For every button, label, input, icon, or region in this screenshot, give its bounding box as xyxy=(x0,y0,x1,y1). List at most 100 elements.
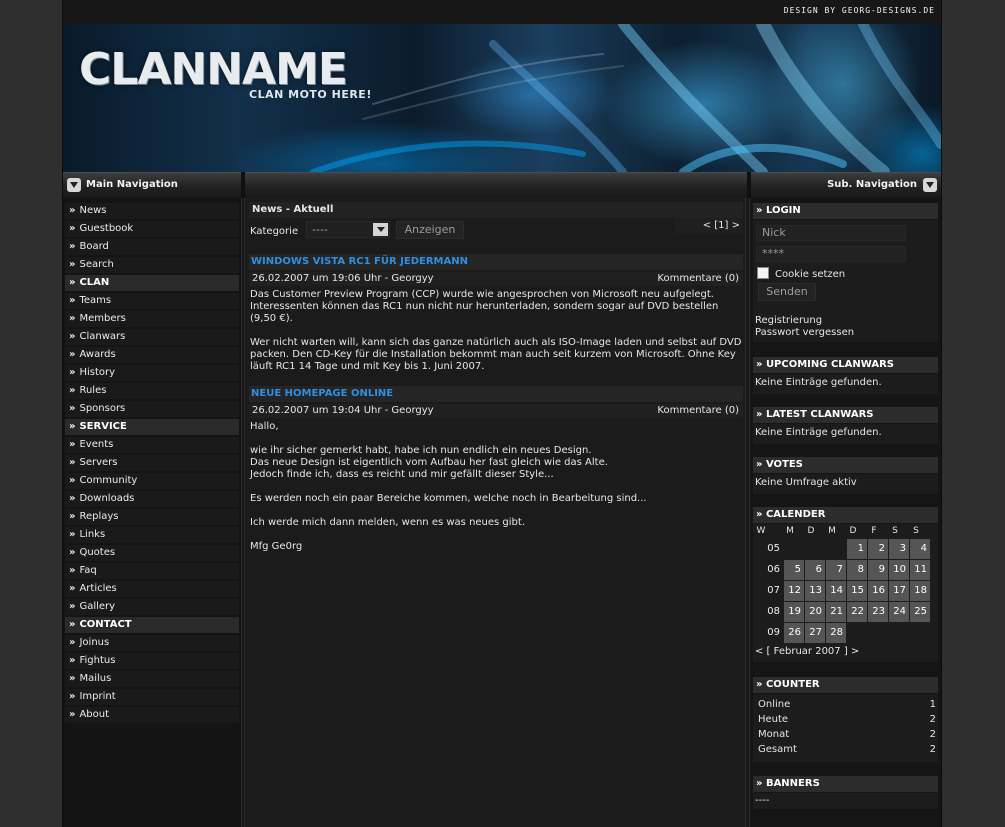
calendar-day[interactable]: 17 xyxy=(889,581,909,601)
double-chevron-icon: » xyxy=(69,493,76,504)
calendar-day[interactable]: 8 xyxy=(847,560,867,580)
latest-clanwars-text: Keine Einträge gefunden. xyxy=(755,427,882,438)
menu-item[interactable]: » Mailus xyxy=(65,671,239,687)
nick-input[interactable]: Nick xyxy=(756,225,906,241)
menu-item-label: Mailus xyxy=(79,673,112,684)
menu-item-label: Servers xyxy=(79,457,118,468)
menu-item[interactable]: » News xyxy=(65,203,239,219)
calendar-day[interactable]: 11 xyxy=(910,560,930,580)
password-input[interactable]: **** xyxy=(756,246,906,262)
calendar-week-number: 09 xyxy=(767,627,780,638)
menu-item[interactable]: » CONTACT xyxy=(65,617,239,633)
kategorie-select[interactable]: ---- xyxy=(306,221,390,238)
main-navigation: » News» Guestbook» Board» Search» CLAN» Teams»… xyxy=(63,198,242,827)
news-title-2[interactable]: NEUE HOMEPAGE ONLINE xyxy=(249,386,743,402)
calendar-day[interactable]: 10 xyxy=(889,560,909,580)
calendar-day[interactable]: 1 xyxy=(847,539,867,559)
calendar-day[interactable]: 27 xyxy=(805,623,825,643)
menu-item[interactable]: » Community xyxy=(65,473,239,489)
menu-item-label: SERVICE xyxy=(79,421,127,432)
calendar-day[interactable]: 25 xyxy=(910,602,930,622)
menu-item-label: About xyxy=(79,709,110,720)
calendar-day[interactable]: 14 xyxy=(826,581,846,601)
menu-item-label: Sponsors xyxy=(79,403,126,414)
menu-item[interactable]: » Awards xyxy=(65,347,239,363)
menu-item-label: Community xyxy=(79,475,138,486)
menu-item[interactable]: » Guestbook xyxy=(65,221,239,237)
double-chevron-icon: » xyxy=(69,421,76,432)
news-body-2: Hallo, wie ihr sicher gemerkt habt, habe… xyxy=(250,421,647,552)
double-chevron-icon: » xyxy=(69,475,76,486)
calendar-day[interactable]: 3 xyxy=(889,539,909,559)
menu-item[interactable]: » Links xyxy=(65,527,239,543)
menu-item[interactable]: » Fightus xyxy=(65,653,239,669)
calendar-day[interactable]: 5 xyxy=(784,560,804,580)
page-title: News - Aktuell xyxy=(249,202,743,218)
calendar-day[interactable]: 4 xyxy=(910,539,930,559)
menu-item[interactable]: » Downloads xyxy=(65,491,239,507)
menu-item[interactable]: » Members xyxy=(65,311,239,327)
calendar-day[interactable]: 20 xyxy=(805,602,825,622)
chevron-down-icon[interactable] xyxy=(373,223,388,236)
main-navigation-header: Main Navigation xyxy=(63,172,241,198)
banners-text: ---- xyxy=(755,795,770,806)
calendar-day[interactable]: 16 xyxy=(868,581,888,601)
cookie-checkbox[interactable] xyxy=(757,267,769,279)
calendar-day[interactable]: 26 xyxy=(784,623,804,643)
design-credit[interactable]: DESIGN BY GEORG-DESIGNS.DE xyxy=(784,6,935,15)
double-chevron-icon: » xyxy=(69,529,76,540)
menu-item[interactable]: » Search xyxy=(65,257,239,273)
calendar-empty-cell xyxy=(805,539,825,559)
menu-item[interactable]: » Imprint xyxy=(65,689,239,705)
calendar-day[interactable]: 12 xyxy=(784,581,804,601)
calendar-day[interactable]: 7 xyxy=(826,560,846,580)
double-chevron-icon: » xyxy=(69,295,76,306)
menu-item[interactable]: » About xyxy=(65,707,239,723)
menu-item[interactable]: » Sponsors xyxy=(65,401,239,417)
menu-item[interactable]: » Board xyxy=(65,239,239,255)
news-title-1[interactable]: WINDOWS VISTA RC1 FÜR JEDERMANN xyxy=(249,254,743,270)
calendar-day[interactable]: 2 xyxy=(868,539,888,559)
calendar-day[interactable]: 9 xyxy=(868,560,888,580)
menu-item[interactable]: » Replays xyxy=(65,509,239,525)
menu-item[interactable]: » SERVICE xyxy=(65,419,239,435)
calendar-day[interactable]: 18 xyxy=(910,581,930,601)
calendar-day[interactable]: 19 xyxy=(784,602,804,622)
calendar-day[interactable]: 23 xyxy=(868,602,888,622)
menu-item[interactable]: » Articles xyxy=(65,581,239,597)
menu-item[interactable]: » Gallery xyxy=(65,599,239,615)
menu-item[interactable]: » Servers xyxy=(65,455,239,471)
menu-item[interactable]: » History xyxy=(65,365,239,381)
show-button[interactable]: Anzeigen xyxy=(396,221,464,239)
menu-item[interactable]: » Faq xyxy=(65,563,239,579)
menu-item[interactable]: » CLAN xyxy=(65,275,239,291)
comments-link[interactable]: Kommentare (0) xyxy=(657,272,739,286)
kategorie-value: ---- xyxy=(312,223,328,236)
calendar-weekday: M xyxy=(786,526,794,536)
menu-item[interactable]: » Rules xyxy=(65,383,239,399)
calendar-day[interactable]: 15 xyxy=(847,581,867,601)
pagination[interactable]: < [1] > xyxy=(675,218,743,234)
double-chevron-icon: » xyxy=(69,223,76,234)
calendar-day[interactable]: 24 xyxy=(889,602,909,622)
menu-item-label: Downloads xyxy=(79,493,135,504)
menu-item[interactable]: » Teams xyxy=(65,293,239,309)
calendar-day[interactable]: 21 xyxy=(826,602,846,622)
menu-item[interactable]: » Quotes xyxy=(65,545,239,561)
menu-item[interactable]: » Events xyxy=(65,437,239,453)
calendar-box: W M D M D F S S 05 1 2 3 4 06 5 6 7 8 9 10 11 07 12 13 14 15 16 17 1… xyxy=(753,524,938,662)
calendar-day[interactable]: 13 xyxy=(805,581,825,601)
upcoming-clanwars-header: » UPCOMING CLANWARS xyxy=(753,357,938,373)
comments-link[interactable]: Kommentare (0) xyxy=(657,404,739,418)
calendar-day[interactable]: 22 xyxy=(847,602,867,622)
calendar-day[interactable]: 6 xyxy=(805,560,825,580)
forgot-password-link[interactable]: Passwort vergessen xyxy=(755,327,854,338)
calendar-month-nav[interactable]: < [ Februar 2007 ] > xyxy=(755,646,859,657)
register-link[interactable]: Registrierung xyxy=(755,315,822,326)
send-button[interactable]: Senden xyxy=(758,283,816,301)
menu-item-label: Replays xyxy=(79,511,119,522)
menu-item[interactable]: » Clanwars xyxy=(65,329,239,345)
calendar-week-number: 05 xyxy=(767,543,780,554)
calendar-day[interactable]: 28 xyxy=(826,623,846,643)
menu-item[interactable]: » Joinus xyxy=(65,635,239,651)
